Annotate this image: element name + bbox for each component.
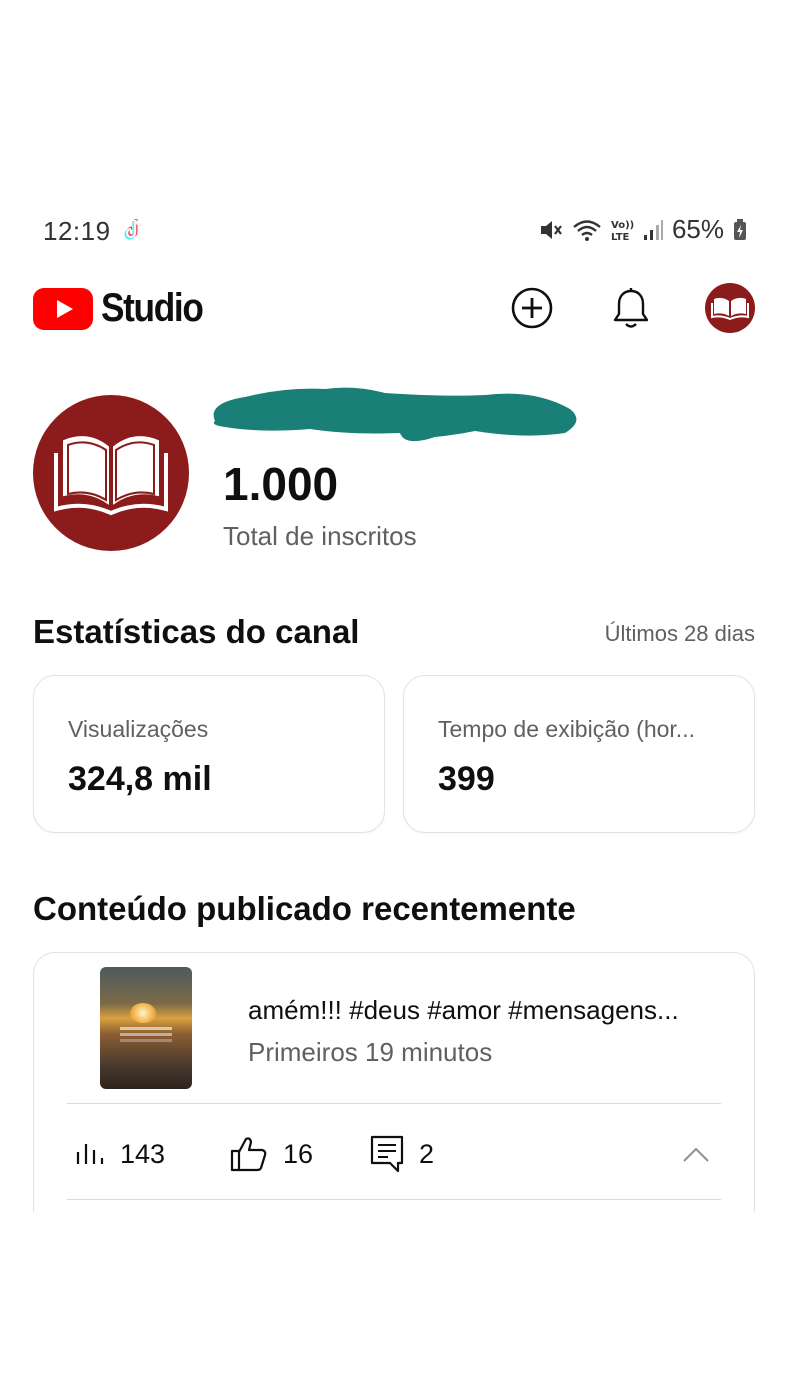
status-icons: Vo)) LTE 65% xyxy=(538,214,748,245)
stats-period[interactable]: Últimos 28 dias xyxy=(605,621,755,647)
stats-header: Estatísticas do canal Últimos 28 dias xyxy=(33,613,755,653)
views-metric: 143 xyxy=(74,1129,165,1179)
mute-icon xyxy=(540,220,562,239)
wifi-icon xyxy=(573,219,601,241)
video-subtitle: Primeiros 19 minutos xyxy=(248,1037,493,1067)
video-title[interactable]: amém!!! #deus #amor #mensagens... xyxy=(248,995,728,1026)
comments-count: 2 xyxy=(419,1138,435,1169)
watch-time-card[interactable]: Tempo de exibição (hor... 399 xyxy=(403,675,755,833)
bar-chart-icon xyxy=(76,1144,104,1164)
status-bar: 12:19 Vo)) LTE 65% xyxy=(0,210,788,254)
svg-text:LTE: LTE xyxy=(611,232,630,243)
divider xyxy=(67,1103,721,1104)
comment-icon xyxy=(370,1135,404,1173)
open-book-icon xyxy=(54,436,168,516)
signal-icon xyxy=(643,219,663,240)
status-time: 12:19 xyxy=(43,216,111,246)
watch-time-label: Tempo de exibição (hor... xyxy=(438,716,695,742)
create-button[interactable] xyxy=(504,280,560,336)
recent-video-card[interactable]: amém!!! #deus #amor #mensagens... Primei… xyxy=(33,952,755,1212)
views-value: 324,8 mil xyxy=(68,760,212,798)
notifications-button[interactable] xyxy=(603,280,659,336)
bell-icon xyxy=(613,288,649,328)
recent-content-title: Conteúdo publicado recentemente xyxy=(33,890,576,927)
app-header: Studio xyxy=(0,278,788,338)
views-count: 143 xyxy=(120,1138,166,1169)
account-avatar-icon xyxy=(705,283,755,333)
create-plus-icon xyxy=(511,287,553,329)
channel-avatar[interactable] xyxy=(33,395,189,551)
likes-count: 16 xyxy=(283,1138,314,1169)
account-button[interactable] xyxy=(702,280,758,336)
comments-metric: 2 xyxy=(369,1129,434,1179)
thumbnail-sun xyxy=(130,1003,156,1023)
subscriber-count: 1.000 xyxy=(223,458,339,510)
battery-percent: 65% xyxy=(671,214,724,244)
views-card[interactable]: Visualizações 324,8 mil xyxy=(33,675,385,833)
tiktok-icon xyxy=(124,219,143,240)
stats-title: Estatísticas do canal xyxy=(33,613,360,650)
likes-metric: 16 xyxy=(229,1129,313,1179)
chevron-up-icon[interactable] xyxy=(680,1139,712,1171)
svg-text:Vo)): Vo)) xyxy=(611,220,634,231)
app-name: Studio xyxy=(101,286,204,330)
thumbnail-caption xyxy=(120,1027,172,1030)
watch-time-value: 399 xyxy=(438,760,495,798)
studio-logo[interactable]: Studio xyxy=(33,286,216,331)
channel-name-redacted xyxy=(213,387,577,442)
channel-summary: 1.000 Total de inscritos xyxy=(0,385,788,565)
battery-icon xyxy=(734,218,746,240)
divider xyxy=(67,1199,721,1200)
volte-icon: Vo)) LTE xyxy=(611,220,634,243)
video-thumbnail[interactable] xyxy=(100,967,192,1089)
thumbs-up-icon xyxy=(230,1137,267,1172)
views-label: Visualizações xyxy=(68,716,209,742)
youtube-logo-icon xyxy=(33,287,93,330)
subscriber-label: Total de inscritos xyxy=(223,521,417,551)
